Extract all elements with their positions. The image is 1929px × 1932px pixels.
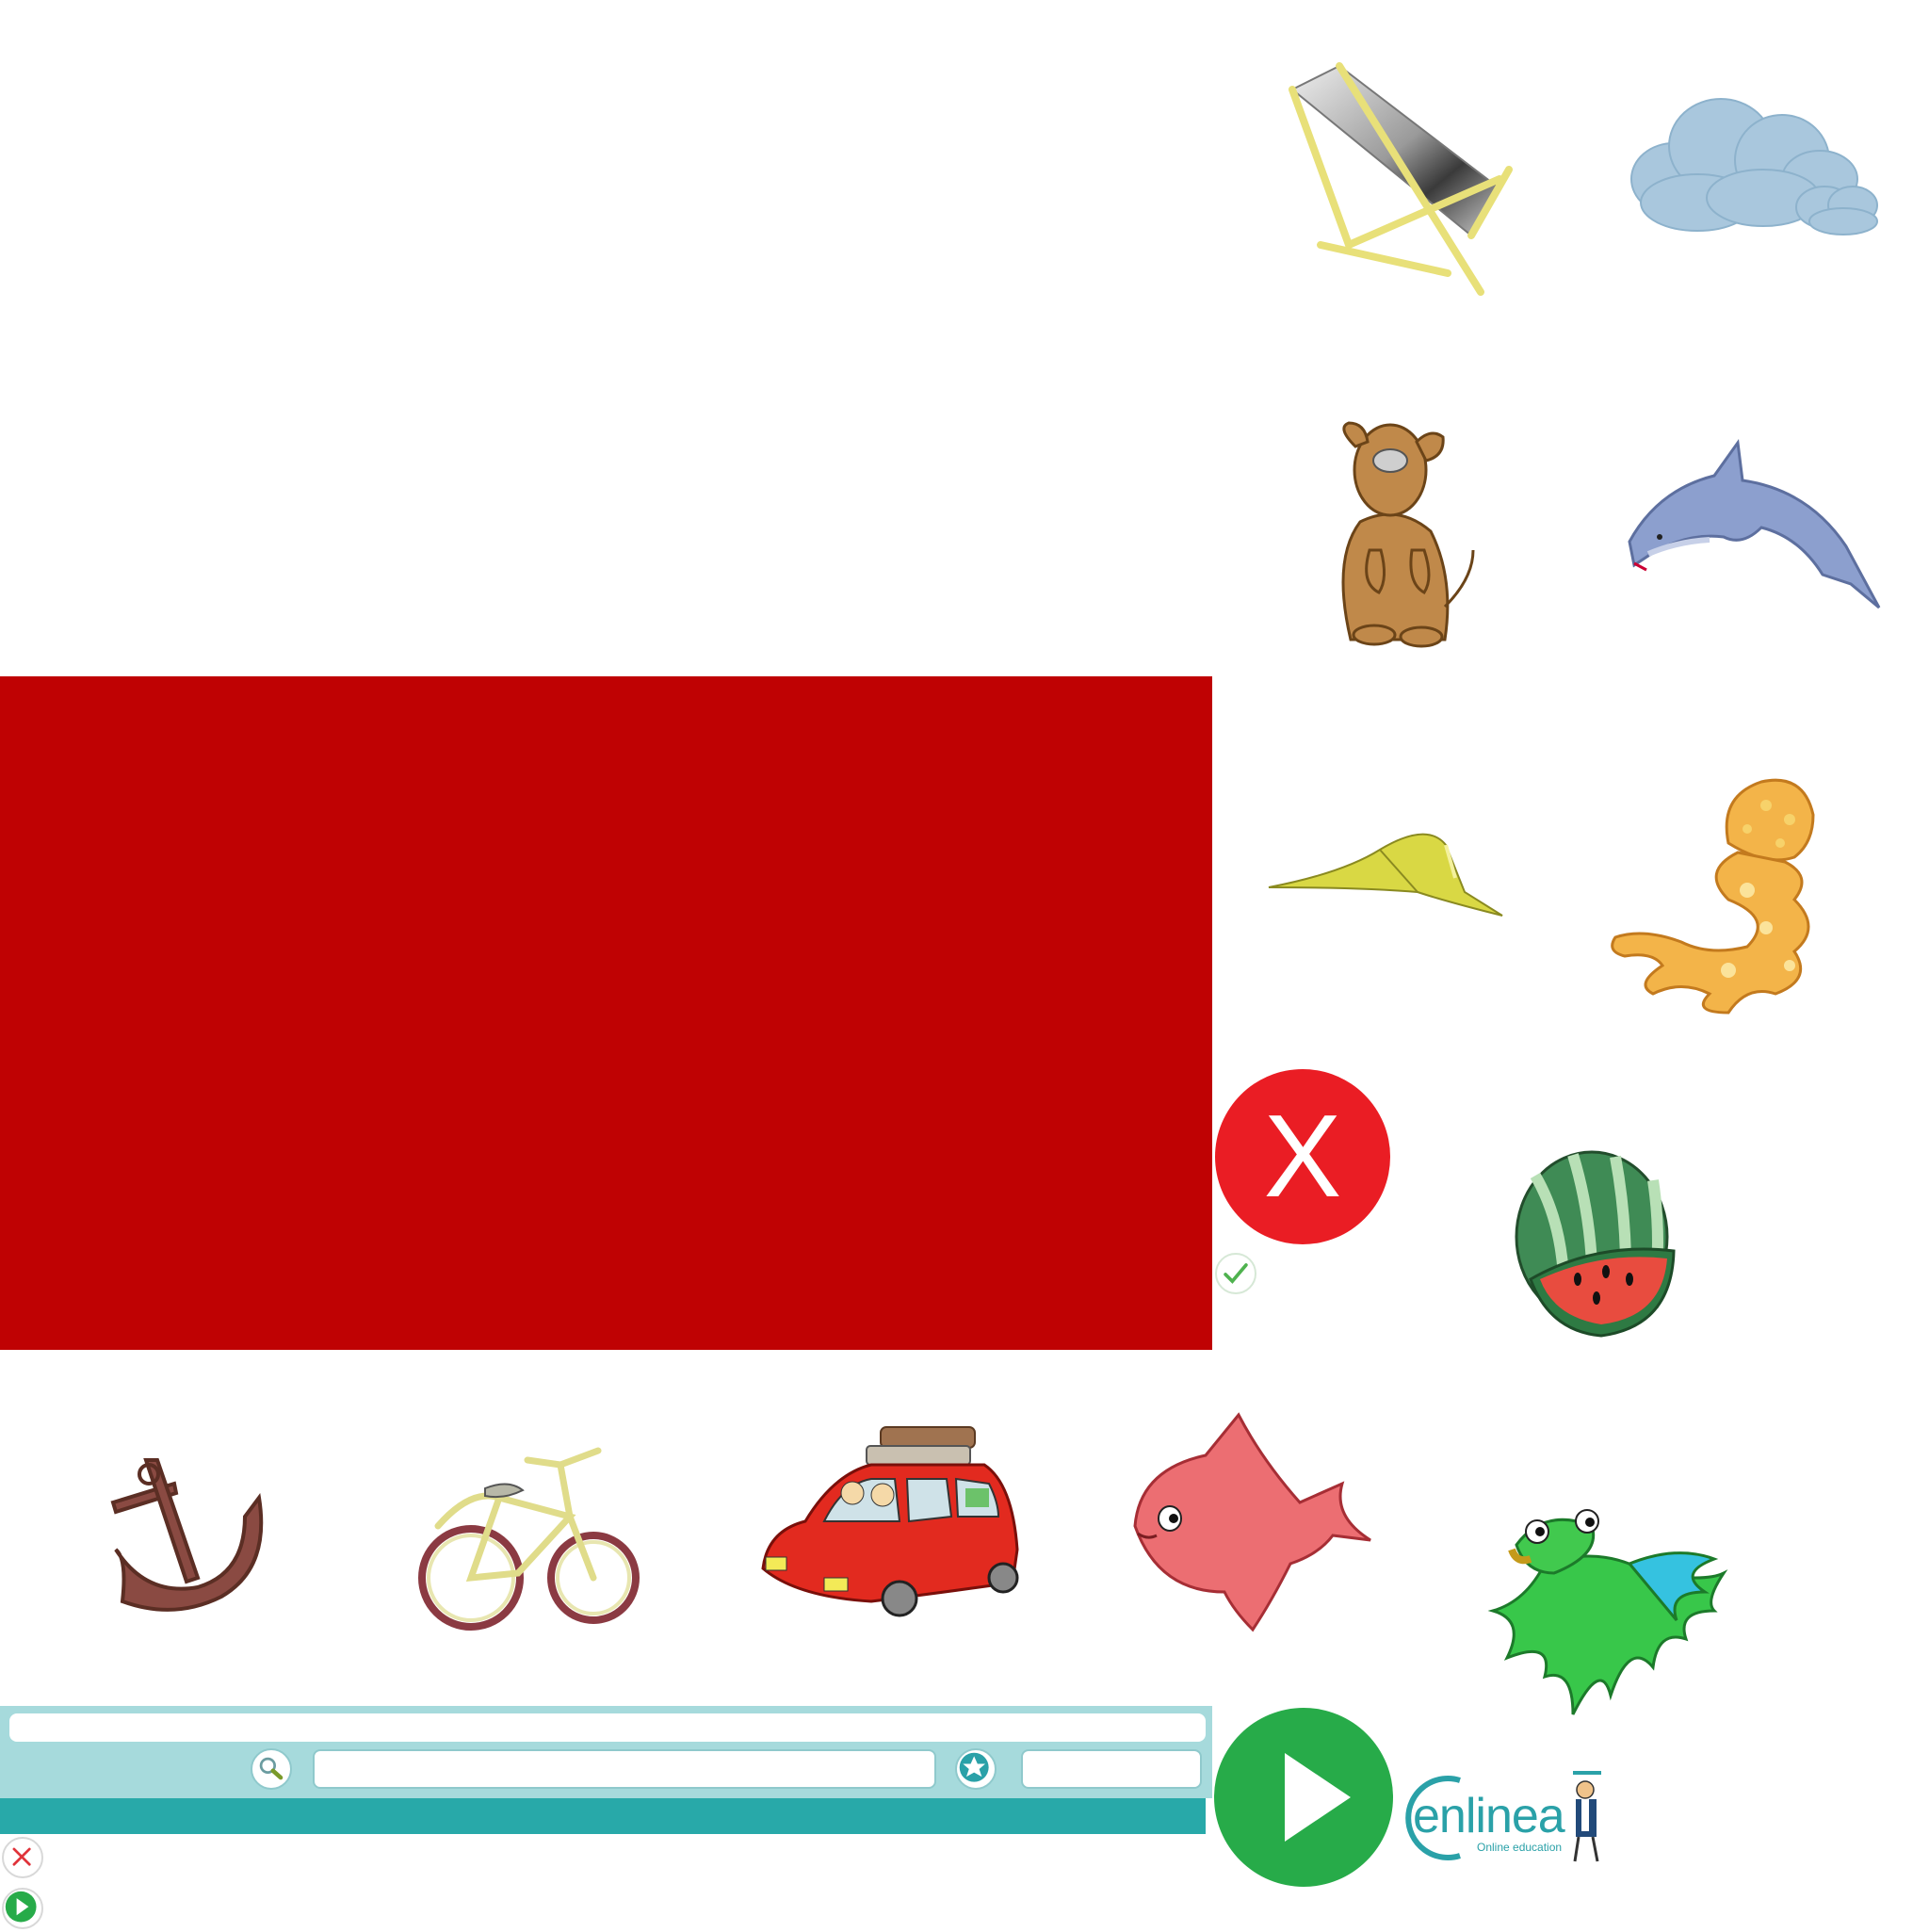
dolphin-icon[interactable] [1620,433,1884,612]
check-icon[interactable] [1215,1253,1256,1294]
star-icon[interactable] [955,1748,997,1790]
play-icon [1285,1753,1351,1842]
dog-icon[interactable] [1322,418,1478,650]
search-icon[interactable] [251,1748,292,1790]
toolbar [0,1706,1212,1834]
play-button[interactable] [1214,1708,1393,1887]
logo-text: enlinea [1413,1789,1565,1843]
fish-icon[interactable] [1130,1412,1375,1634]
paper-plane-icon[interactable] [1267,821,1507,920]
score-field[interactable] [1021,1749,1202,1789]
feedback-panel [0,676,1212,1350]
cloud-icon[interactable] [1630,94,1878,235]
close-icon[interactable] [2,1837,43,1878]
jellyfish-icon[interactable] [1606,777,1840,1017]
logo-subtitle: Online education [1477,1841,1563,1854]
bicycle-icon[interactable] [418,1432,640,1641]
watermelon-icon[interactable] [1512,1147,1679,1340]
wrong-answer-label: X [1263,1092,1342,1222]
search-input[interactable] [313,1749,936,1789]
wrong-answer-button[interactable]: X [1215,1069,1390,1244]
enlinea-logo: enlinea Online education [1394,1771,1620,1865]
anchor-icon[interactable] [108,1455,268,1615]
parrot-icon[interactable] [1487,1507,1728,1719]
deck-chair-icon[interactable] [1283,57,1514,301]
toolbar-bottom-bar [0,1798,1206,1834]
title-field[interactable] [9,1713,1206,1742]
small-play-icon[interactable] [2,1888,43,1929]
car-icon[interactable] [758,1426,1022,1625]
